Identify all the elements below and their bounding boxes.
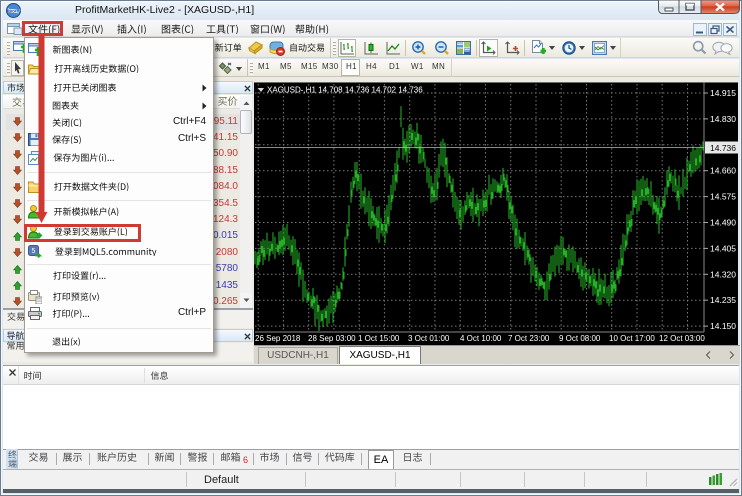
svg-text:14.915: 14.915: [710, 88, 736, 98]
svg-text:28 Sep 03:00: 28 Sep 03:00: [308, 334, 356, 343]
svg-text:14.490: 14.490: [710, 218, 736, 228]
svg-text:4 Oct 10:00: 4 Oct 10:00: [460, 334, 502, 343]
svg-text:14.830: 14.830: [710, 114, 736, 124]
svg-text:3 Oct 01:00: 3 Oct 01:00: [408, 334, 450, 343]
svg-text:14.150: 14.150: [710, 321, 736, 331]
svg-text:14.660: 14.660: [710, 166, 736, 176]
svg-text:XAGUSD-,H1 14.708 14.736 14.7: XAGUSD-,H1 14.708 14.736 14.702 14.736: [267, 86, 423, 95]
svg-text:14.320: 14.320: [710, 269, 736, 279]
svg-text:12 Oct 03:00: 12 Oct 03:00: [659, 334, 705, 343]
svg-text:14.575: 14.575: [710, 192, 736, 202]
svg-text:14.736: 14.736: [710, 143, 736, 153]
svg-text:PROFIT: PROFIT: [7, 10, 20, 14]
svg-text:26 Sep 2018: 26 Sep 2018: [255, 334, 301, 343]
svg-text:14.235: 14.235: [710, 295, 736, 305]
svg-text:5: 5: [32, 248, 36, 255]
svg-text:10 Oct 17:00: 10 Oct 17:00: [609, 334, 655, 343]
svg-text:9 Oct 08:00: 9 Oct 08:00: [559, 334, 601, 343]
svg-text:14.405: 14.405: [710, 243, 736, 253]
svg-text:1 Oct 15:00: 1 Oct 15:00: [358, 334, 400, 343]
svg-text:7 Oct 23:00: 7 Oct 23:00: [508, 334, 550, 343]
